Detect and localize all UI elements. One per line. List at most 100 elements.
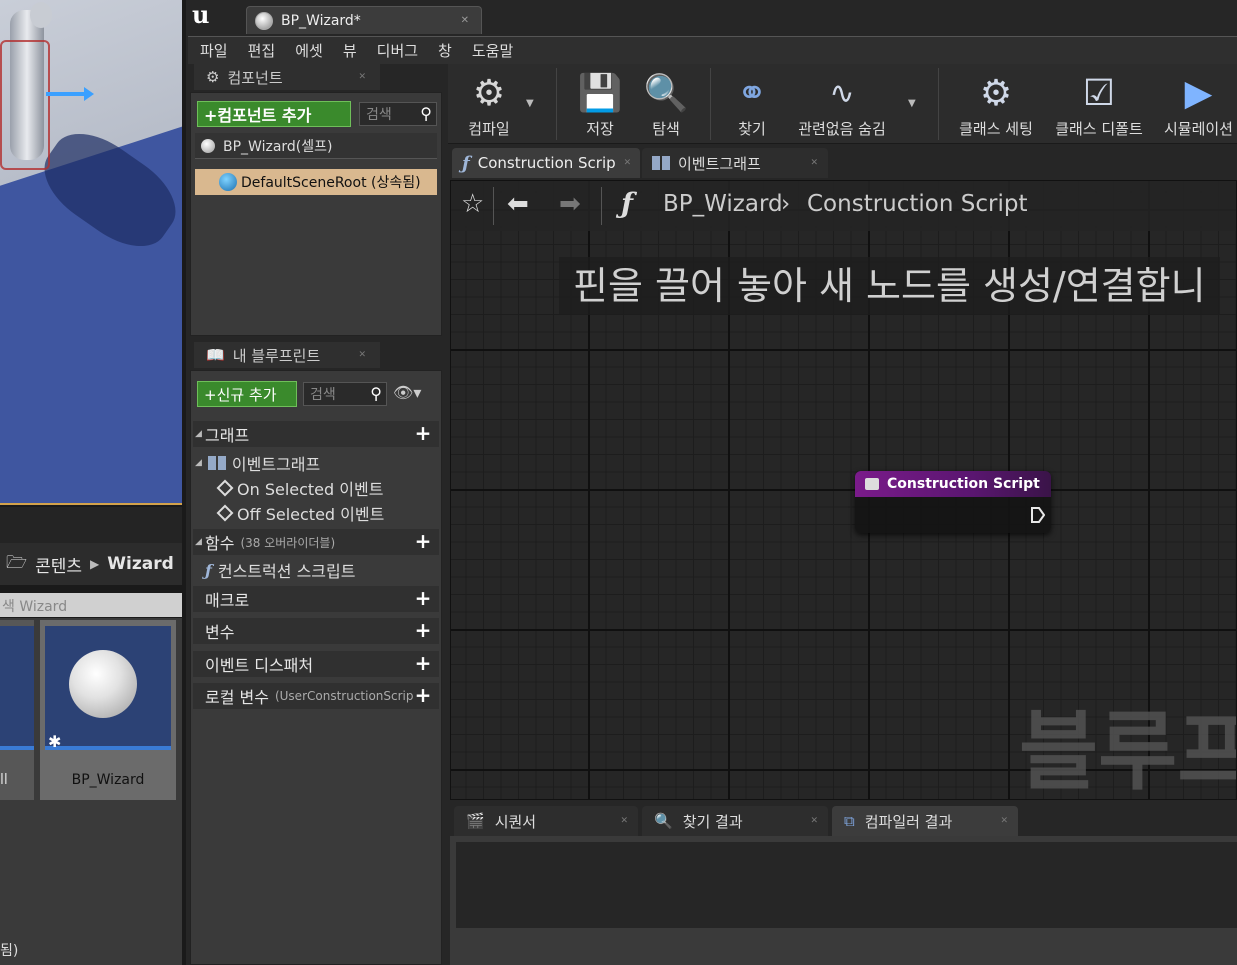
graph-item-event-graph[interactable]: ◢ 이벤트그래프	[195, 451, 320, 475]
eye-icon[interactable]: 👁▾	[393, 383, 421, 402]
find-button[interactable]: ⚭ 찾기	[724, 64, 780, 144]
component-self-label: BP_Wizard(셀프)	[223, 138, 333, 155]
compile-label: 컴파일	[468, 120, 510, 138]
path-folder[interactable]: Wizard	[107, 554, 174, 574]
save-button[interactable]: 💾 저장	[570, 64, 630, 144]
menu-help[interactable]: 도움말	[472, 40, 513, 61]
my-blueprint-tab-label: 내 블루프린트	[232, 346, 321, 365]
breadcrumb-graph[interactable]: Construction Script	[807, 191, 1027, 217]
section-macros[interactable]: 매크로 +	[193, 586, 439, 612]
hide-unrelated-button[interactable]: ∿ 관련없음 숨김	[792, 64, 892, 144]
add-component-button[interactable]: +컴포넌트 추가	[197, 101, 351, 127]
menu-edit[interactable]: 편집	[248, 40, 276, 61]
blueprint-search-input[interactable]: 검색 ⚲	[303, 382, 387, 406]
blueprint-asset-icon	[201, 138, 215, 153]
event-graph-icon	[207, 456, 226, 470]
scene-component-icon	[219, 173, 237, 191]
star-icon[interactable]: ☆	[461, 189, 484, 219]
close-icon[interactable]: ✕	[810, 158, 818, 168]
tab-compiler-results[interactable]: ⧉ 컴파일러 결과 ✕	[832, 806, 1018, 836]
function-item-construction-script[interactable]: ƒ 컨스트럭션 스크립트	[205, 558, 355, 582]
book-icon: 📖	[206, 346, 225, 364]
close-icon[interactable]: ✕	[358, 72, 366, 82]
function-icon: ƒ	[621, 187, 634, 220]
section-event-dispatchers[interactable]: 이벤트 디스패처 +	[193, 651, 439, 677]
sphere-thumbnail-icon	[69, 650, 137, 718]
level-viewport[interactable]	[0, 0, 182, 505]
play-icon: ▶	[1184, 72, 1213, 114]
plus-icon[interactable]: +	[413, 653, 433, 674]
menu-asset[interactable]: 에셋	[295, 40, 323, 61]
browse-button[interactable]: 🔍 탐색	[636, 64, 696, 144]
class-settings-button[interactable]: ⚙ 클래스 세팅	[956, 64, 1036, 144]
plus-icon[interactable]: +	[413, 588, 433, 609]
asset-tile-bp-wizard[interactable]: ✱ BP_Wizard	[40, 620, 176, 800]
close-icon[interactable]: ✕	[624, 158, 632, 168]
close-icon[interactable]: ✕	[461, 15, 469, 26]
plus-icon[interactable]: +	[413, 423, 433, 444]
menu-file[interactable]: 파일	[200, 40, 228, 61]
event-diamond-icon	[216, 479, 234, 497]
close-icon[interactable]: ✕	[1000, 816, 1008, 826]
event-item-on-selected[interactable]: On Selected 이벤트	[216, 476, 383, 500]
plus-icon[interactable]: +	[413, 531, 433, 552]
tab-construction-script[interactable]: ƒ Construction Scrip ✕	[452, 148, 640, 178]
close-icon[interactable]: ✕	[358, 350, 366, 360]
asset-thumbnail	[0, 626, 34, 750]
hide-unrelated-dropdown-icon[interactable]: ▼	[908, 98, 916, 109]
blueprint-asset-icon	[255, 11, 273, 30]
compile-button[interactable]: ⚙ 컴파일	[454, 64, 524, 144]
content-browser-toolbar	[0, 507, 182, 543]
forward-arrow-icon[interactable]: ➡	[559, 189, 581, 219]
tab-find-results[interactable]: 🔍 찾기 결과 ✕	[642, 806, 828, 836]
tab-event-graph[interactable]: 이벤트그래프 ✕	[642, 148, 828, 178]
checklist-icon: ☑	[1082, 72, 1116, 114]
menu-view[interactable]: 뷰	[343, 40, 357, 61]
section-variables[interactable]: 변수 +	[193, 618, 439, 644]
graph-canvas[interactable]: ☆ ⬅ ➡ ƒ BP_Wizard › Construction Script …	[450, 180, 1237, 800]
section-local-variables[interactable]: 로컬 변수 (UserConstructionScrip +	[193, 683, 439, 709]
expand-triangle-icon: ◢	[195, 429, 202, 439]
components-panel: +컴포넌트 추가 검색 ⚲ BP_Wizard(셀프) DefaultScene…	[190, 92, 442, 336]
simulation-label: 시뮬레이션	[1163, 120, 1233, 138]
node-title: Construction Script	[887, 476, 1040, 492]
folder-open-icon[interactable]: 🗁	[6, 550, 27, 579]
path-separator-icon: ▶	[90, 557, 100, 571]
tab-sequencer[interactable]: 🎬 시퀀서 ✕	[454, 806, 638, 836]
plus-icon[interactable]: +	[413, 685, 433, 706]
plus-icon[interactable]: +	[413, 620, 433, 641]
graph-breadcrumb-bar: ☆ ⬅ ➡ ƒ BP_Wizard › Construction Script	[451, 181, 1236, 231]
class-defaults-button[interactable]: ☑ 클래스 디폴트	[1052, 64, 1146, 144]
hide-unrelated-icon: ∿	[829, 75, 855, 111]
path-root[interactable]: 콘텐츠	[35, 552, 82, 577]
section-functions[interactable]: ◢ 함수 (38 오버라이더블) +	[193, 529, 439, 555]
compile-gear-icon: ⚙	[472, 72, 506, 114]
compiler-results-panel	[450, 836, 1237, 965]
back-arrow-icon[interactable]: ⬅	[507, 189, 529, 219]
graph-hint-text: 핀을 끌어 놓아 새 노드를 생성/연결합니	[559, 257, 1220, 315]
close-icon[interactable]: ✕	[620, 816, 628, 826]
my-blueprint-tab[interactable]: 📖 내 블루프린트 ✕	[194, 342, 380, 368]
component-self-item[interactable]: BP_Wizard(셀프)	[195, 133, 437, 159]
unreal-logo-icon[interactable]: u	[192, 0, 209, 29]
add-new-button[interactable]: +신규 추가	[197, 381, 297, 407]
breadcrumb-blueprint[interactable]: BP_Wizard	[663, 191, 783, 217]
section-graphs-label: 그래프	[205, 426, 250, 445]
menu-debug[interactable]: 디버그	[377, 40, 418, 61]
components-tab[interactable]: ⚙ 컴포넌트 ✕	[194, 64, 380, 90]
document-tab-label: BP_Wizard*	[281, 12, 361, 29]
close-icon[interactable]: ✕	[810, 816, 818, 826]
construction-script-node[interactable]: Construction Script	[855, 471, 1051, 533]
component-search-input[interactable]: 검색 ⚲	[359, 102, 437, 126]
document-tab[interactable]: BP_Wizard* ✕	[246, 6, 482, 34]
content-browser-search-input[interactable]: 색 Wizard	[0, 593, 182, 617]
component-root-item[interactable]: DefaultSceneRoot (상속됨)	[195, 169, 437, 195]
menu-window[interactable]: 창	[438, 40, 452, 61]
asset-tile[interactable]: ll	[0, 620, 34, 800]
compiler-log-area[interactable]	[456, 842, 1237, 928]
compile-options-dropdown-icon[interactable]: ▼	[526, 98, 534, 109]
section-local-variables-label: 로컬 변수	[205, 688, 269, 707]
event-item-off-selected[interactable]: Off Selected 이벤트	[216, 501, 384, 525]
simulation-button[interactable]: ▶ 시뮬레이션	[1160, 64, 1237, 144]
section-graphs[interactable]: ◢ 그래프 +	[193, 421, 439, 447]
